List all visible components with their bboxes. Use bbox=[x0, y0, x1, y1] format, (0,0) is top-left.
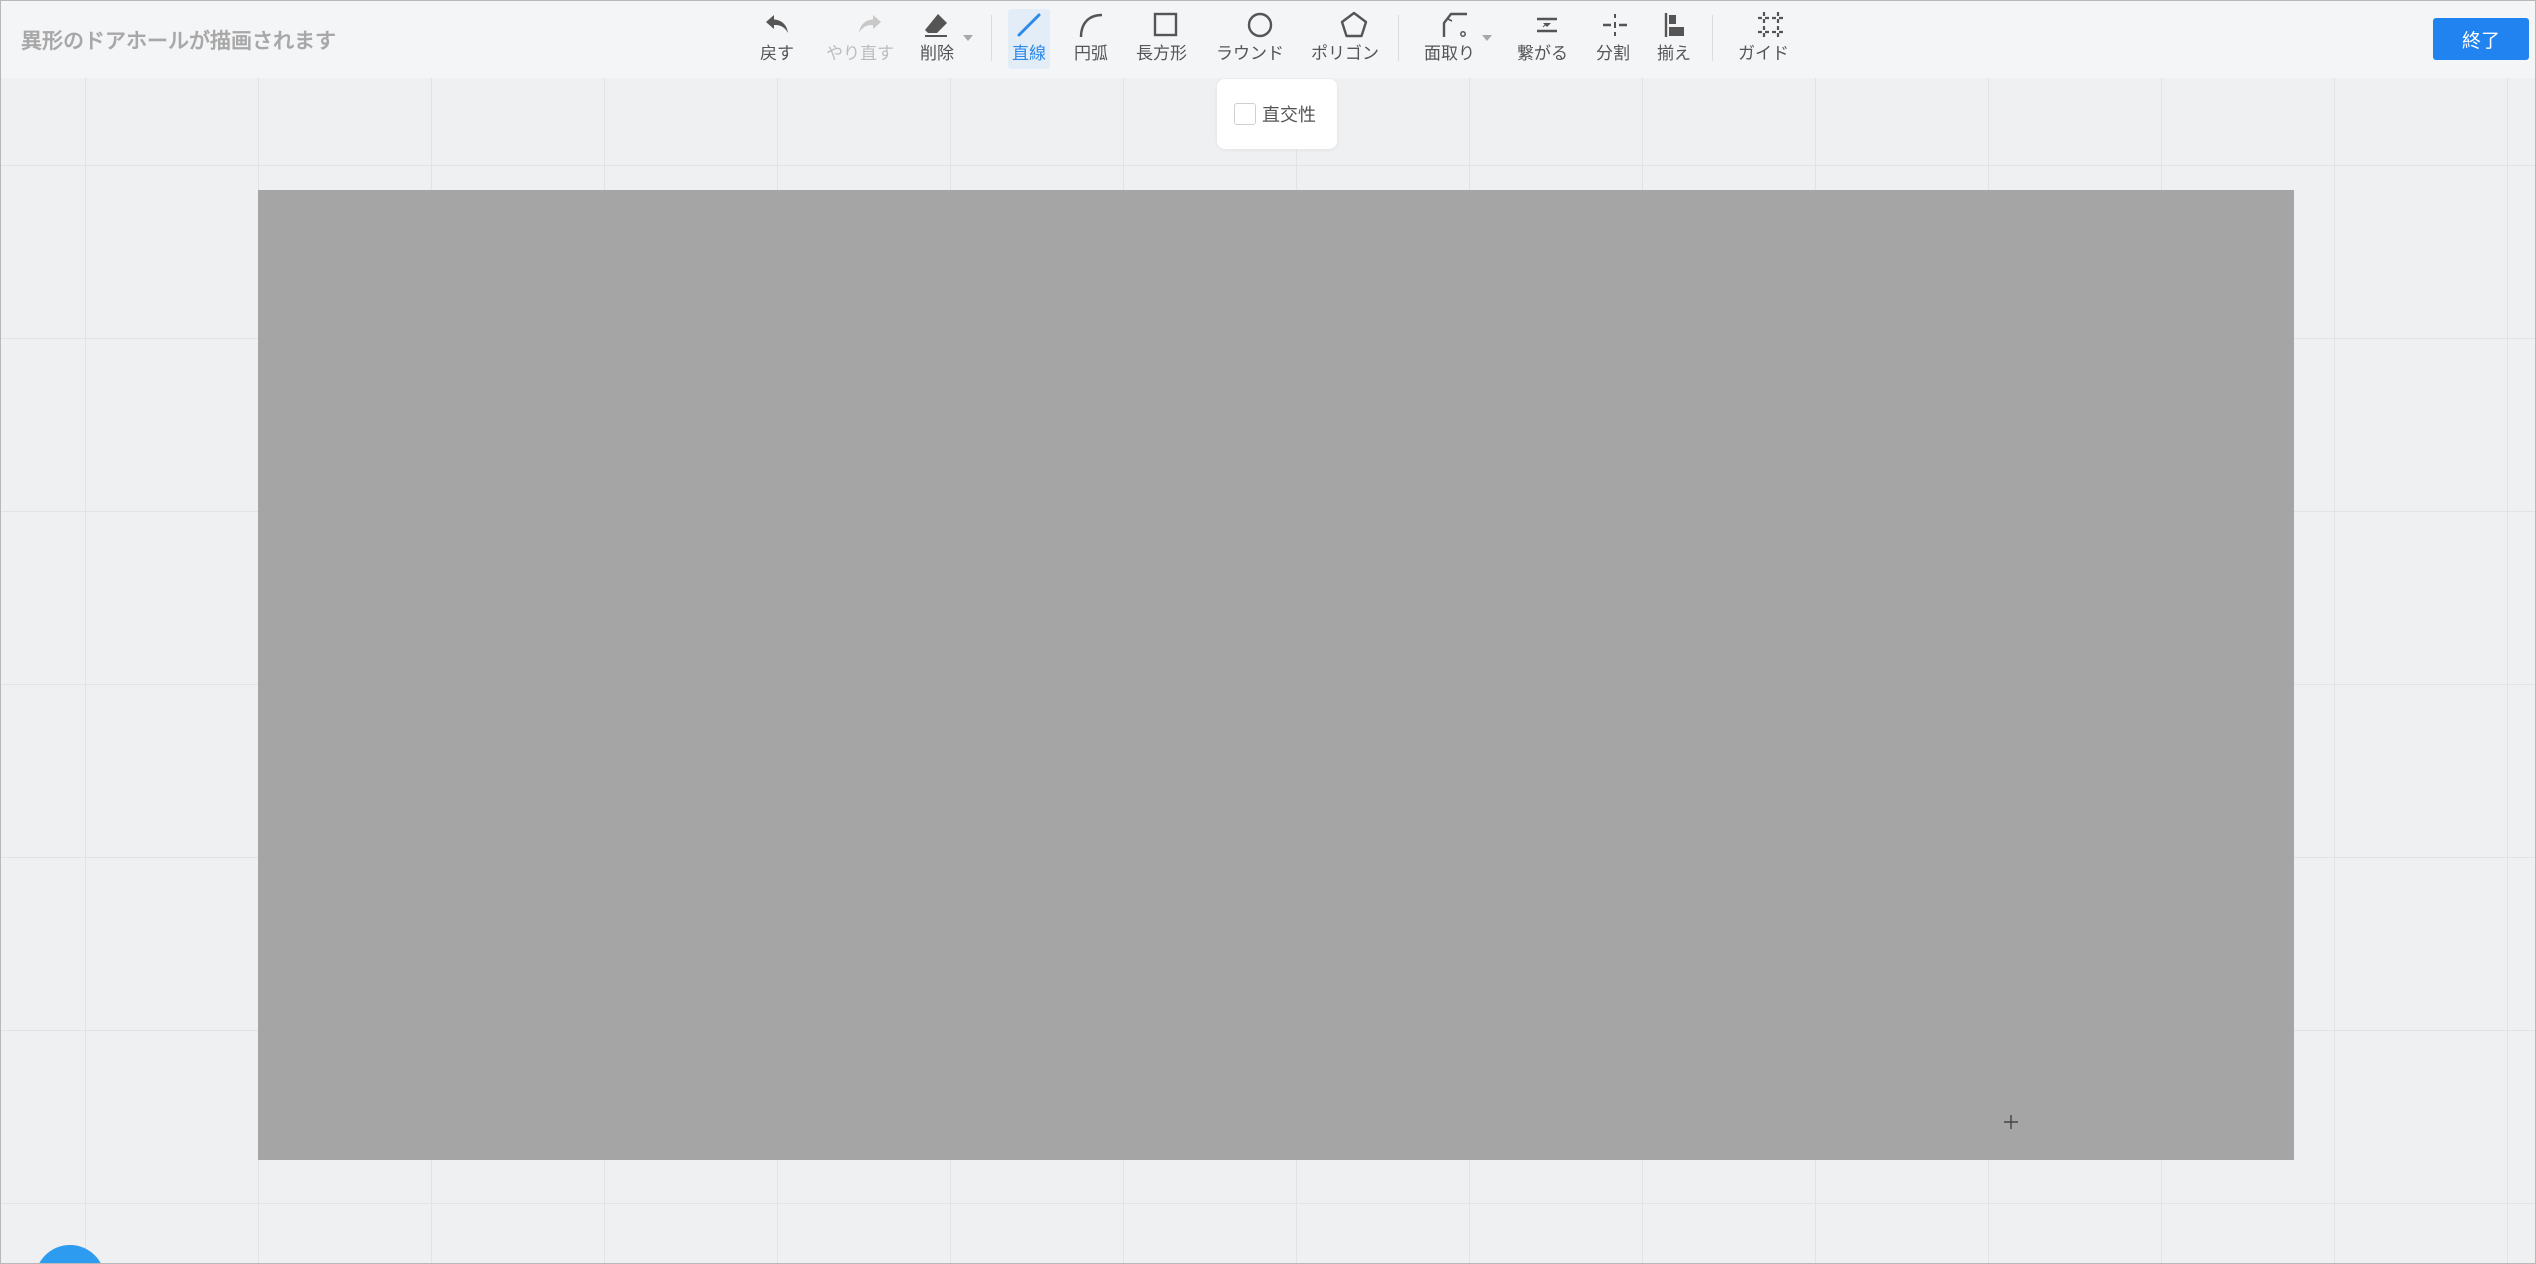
connect-tool-button[interactable]: 繋がる bbox=[1517, 9, 1568, 69]
crosshair-cursor-icon bbox=[2004, 1115, 2018, 1129]
floating-action-button[interactable] bbox=[35, 1245, 105, 1263]
arc-tool-button[interactable]: 円弧 bbox=[1074, 9, 1108, 69]
undo-button[interactable]: 戻す bbox=[760, 9, 794, 69]
line-tool-label: 直線 bbox=[1012, 44, 1046, 64]
orthogonal-label[interactable]: 直交性 bbox=[1262, 101, 1316, 127]
align-icon bbox=[1664, 13, 1684, 37]
toolbar-divider bbox=[1398, 15, 1399, 61]
toolbar-divider bbox=[1712, 15, 1713, 61]
delete-button[interactable]: 削除 bbox=[920, 9, 954, 69]
redo-label: やり直す bbox=[826, 44, 894, 64]
split-tool-button[interactable]: 分割 bbox=[1595, 9, 1631, 69]
delete-label: 削除 bbox=[920, 44, 954, 64]
connect-icon bbox=[1536, 17, 1557, 33]
chamfer-tool-button[interactable]: 面取り bbox=[1424, 9, 1475, 69]
rectangle-tool-button[interactable]: 長方形 bbox=[1136, 9, 1187, 69]
square-icon bbox=[1153, 12, 1177, 37]
rectangle-tool-label: 長方形 bbox=[1136, 44, 1187, 64]
line-options-popup: 直交性 bbox=[1217, 79, 1337, 149]
round-tool-button[interactable]: ラウンド bbox=[1216, 9, 1284, 69]
chamfer-tool-label: 面取り bbox=[1424, 44, 1475, 64]
line-tool-button[interactable]: 直線 bbox=[1008, 9, 1050, 69]
redo-button[interactable]: やり直す bbox=[826, 9, 894, 69]
undo-arrow-icon bbox=[766, 15, 788, 33]
arc-tool-label: 円弧 bbox=[1074, 44, 1108, 64]
top-toolbar: 異形のドアホールが描画されます 戻す やり直す 削除 直線 円弧 長方形 ラウン… bbox=[1, 1, 2535, 78]
delete-dropdown-caret[interactable] bbox=[963, 35, 973, 41]
line-icon bbox=[1017, 13, 1041, 37]
round-tool-label: ラウンド bbox=[1216, 44, 1284, 64]
chamfer-dropdown-caret[interactable] bbox=[1482, 35, 1492, 41]
guide-tool-button[interactable]: ガイド bbox=[1738, 9, 1789, 69]
page-title: 異形のドアホールが描画されます bbox=[21, 29, 336, 53]
split-icon bbox=[1603, 14, 1627, 36]
align-tool-button[interactable]: 揃え bbox=[1657, 9, 1691, 69]
eraser-icon bbox=[925, 14, 947, 37]
redo-arrow-icon bbox=[859, 15, 881, 33]
align-tool-label: 揃え bbox=[1657, 44, 1691, 64]
door-panel-canvas[interactable] bbox=[258, 190, 2294, 1160]
chamfer-icon bbox=[1442, 12, 1467, 37]
pentagon-icon bbox=[1340, 11, 1368, 38]
polygon-tool-label: ポリゴン bbox=[1311, 44, 1379, 64]
guide-frame-icon bbox=[1757, 12, 1784, 38]
guide-tool-label: ガイド bbox=[1738, 44, 1789, 64]
editor-window: 異形のドアホールが描画されます 戻す やり直す 削除 直線 円弧 長方形 ラウン… bbox=[0, 0, 2536, 1264]
undo-label: 戻す bbox=[760, 44, 794, 64]
circle-icon bbox=[1247, 12, 1272, 38]
finish-button[interactable]: 終了 bbox=[2433, 18, 2529, 60]
connect-tool-label: 繋がる bbox=[1517, 44, 1568, 64]
arc-icon bbox=[1079, 13, 1103, 38]
split-tool-label: 分割 bbox=[1596, 44, 1630, 64]
orthogonal-checkbox[interactable] bbox=[1234, 103, 1256, 125]
toolbar-divider bbox=[991, 15, 992, 61]
polygon-tool-button[interactable]: ポリゴン bbox=[1311, 9, 1379, 69]
